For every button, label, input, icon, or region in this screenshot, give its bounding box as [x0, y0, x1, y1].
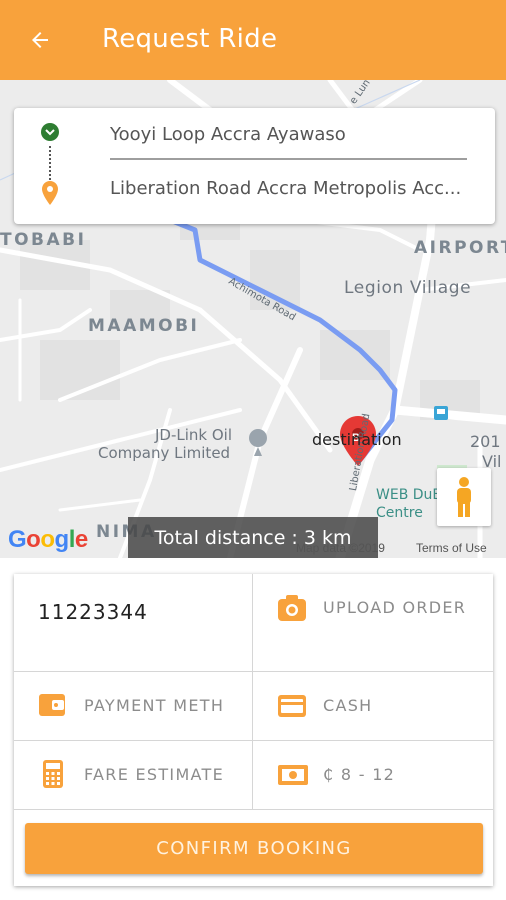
calculator-icon — [43, 760, 63, 788]
order-number-field[interactable]: 11223344 — [14, 574, 253, 672]
map-place-label: Legion Village — [344, 278, 472, 298]
chevron-down-circle-icon — [41, 123, 59, 141]
terms-of-use-link[interactable]: Terms of Use — [416, 541, 487, 555]
credit-card-icon — [278, 695, 306, 717]
payment-value: CASH — [323, 696, 373, 715]
pegman-icon — [457, 477, 471, 517]
partial-place-label: 201 Vil — [456, 432, 501, 472]
upload-order-label: UPLOAD ORDER — [323, 598, 467, 617]
app-bar: Request Ride — [0, 0, 506, 80]
upload-order-button[interactable]: UPLOAD ORDER — [253, 574, 493, 672]
fare-value-field: ₵ 8 - 12 — [253, 741, 493, 810]
arrow-left-icon — [32, 32, 48, 48]
page-title: Request Ride — [102, 24, 278, 54]
map-area-label: AIRPORT — [414, 238, 506, 258]
route-connector — [49, 146, 51, 180]
camera-icon — [278, 595, 306, 621]
payment-method-selector[interactable]: PAYMENT METH — [14, 672, 253, 741]
order-number-value: 11223344 — [38, 600, 148, 624]
map-area-label: MAAMOBI — [88, 316, 200, 336]
fare-estimate-field: FARE ESTIMATE — [14, 741, 253, 810]
destination-field[interactable]: Liberation Road Accra Metropolis Acc... — [110, 178, 480, 199]
back-button[interactable] — [22, 22, 58, 58]
origin-field[interactable]: Yooyi Loop Accra Ayawaso — [110, 124, 480, 145]
map-area-label: TOBABI — [0, 230, 87, 250]
fare-estimate-label: FARE ESTIMATE — [84, 765, 225, 784]
location-pin-icon — [42, 181, 58, 205]
route-card: Yooyi Loop Accra Ayawaso Liberation Road… — [14, 108, 495, 224]
payment-value-field[interactable]: CASH — [253, 672, 493, 741]
partial-place-label-line1: 201 — [470, 432, 501, 451]
destination-marker-label: destination — [312, 430, 402, 449]
route-divider — [110, 158, 467, 160]
map-poi-label: JD-Link Oil — [155, 426, 233, 444]
confirm-booking-button[interactable]: CONFIRM BOOKING — [25, 823, 483, 874]
street-view-button[interactable] — [437, 468, 491, 526]
map-attribution: Map data ©2019 — [296, 541, 385, 555]
payment-method-label: PAYMENT METH — [84, 696, 225, 715]
money-icon — [278, 765, 308, 785]
fare-value: ₵ 8 - 12 — [323, 765, 396, 784]
wallet-icon — [39, 694, 65, 716]
map-poi-label: Company Limited — [98, 444, 231, 462]
google-logo: Google — [8, 526, 88, 553]
